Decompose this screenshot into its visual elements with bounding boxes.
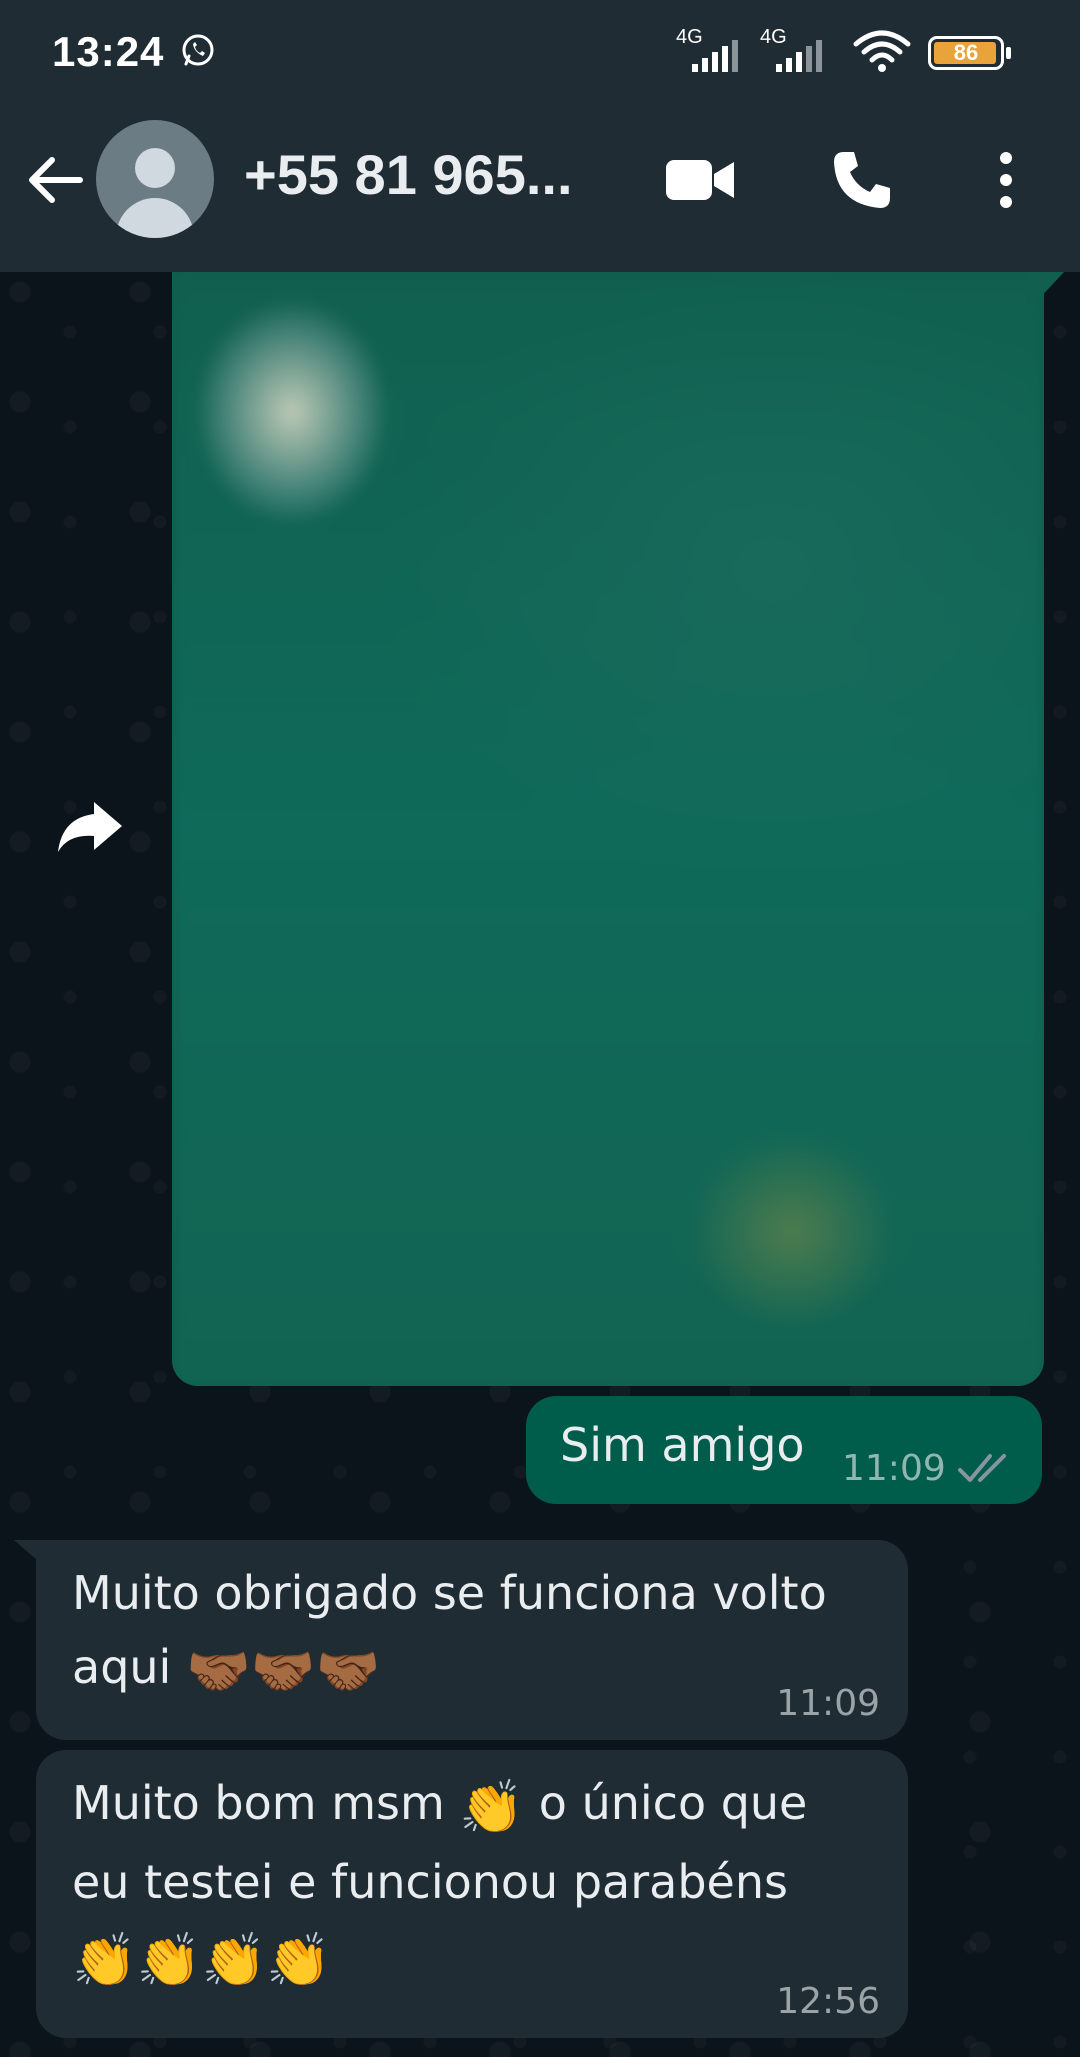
status-bar: 13:24 4G 4G 86 (0, 0, 1080, 110)
incoming-message[interactable]: Muito bom msm 👏 o único que eu testei e … (36, 1750, 908, 2038)
message-time: 12:56 (776, 1981, 880, 2022)
message-time: 11:09 (776, 1683, 880, 1724)
handshake-emojis: 🤝🏾🤝🏾🤝🏾 (185, 1642, 381, 1702)
contact-name[interactable]: +55 81 965... (244, 142, 573, 207)
battery-icon: 86 (928, 36, 1011, 70)
message-line-1: Muito obrigado se funciona volto (72, 1566, 827, 1620)
cellular-signal-1-icon: 4G (676, 26, 746, 72)
cellular-signal-2-icon: 4G (760, 26, 830, 72)
chat-header: +55 81 965... (0, 110, 1080, 272)
battery-level: 86 (953, 40, 979, 65)
more-options-icon[interactable] (988, 146, 1024, 214)
read-receipt-icon (958, 1454, 1006, 1482)
clapping-emoji: 👏 (459, 1778, 525, 1838)
clapping-emojis: 👏👏👏👏 (72, 1931, 331, 1991)
message-time: 11:09 (842, 1448, 946, 1489)
wifi-icon (853, 30, 911, 72)
message-part-1: Muito bom msm (72, 1776, 445, 1830)
contact-avatar[interactable] (96, 120, 214, 238)
image-message[interactable] (172, 272, 1044, 1386)
back-arrow-icon[interactable] (24, 148, 88, 212)
status-time: 13:24 (52, 28, 165, 75)
whatsapp-notification-icon (182, 34, 214, 66)
message-line-2: eu testei e funcionou parabéns (72, 1855, 788, 1909)
bubble-tail (1028, 272, 1064, 302)
voice-call-icon[interactable] (830, 148, 894, 212)
message-part-2: o único que (538, 1776, 808, 1830)
blurred-image (172, 272, 1044, 1386)
video-call-icon[interactable] (664, 152, 736, 208)
message-text: Muito bom msm 👏 o único que eu testei e … (72, 1766, 892, 1998)
message-text: Muito obrigado se funciona volto aqui 🤝🏾… (72, 1556, 872, 1709)
forward-icon[interactable] (54, 796, 126, 858)
outgoing-message[interactable]: Sim amigo 11:09 (526, 1396, 1042, 1504)
message-text: Sim amigo (560, 1418, 805, 1472)
message-line-2: aqui (72, 1640, 172, 1694)
incoming-message[interactable]: Muito obrigado se funciona volto aqui 🤝🏾… (36, 1540, 908, 1740)
